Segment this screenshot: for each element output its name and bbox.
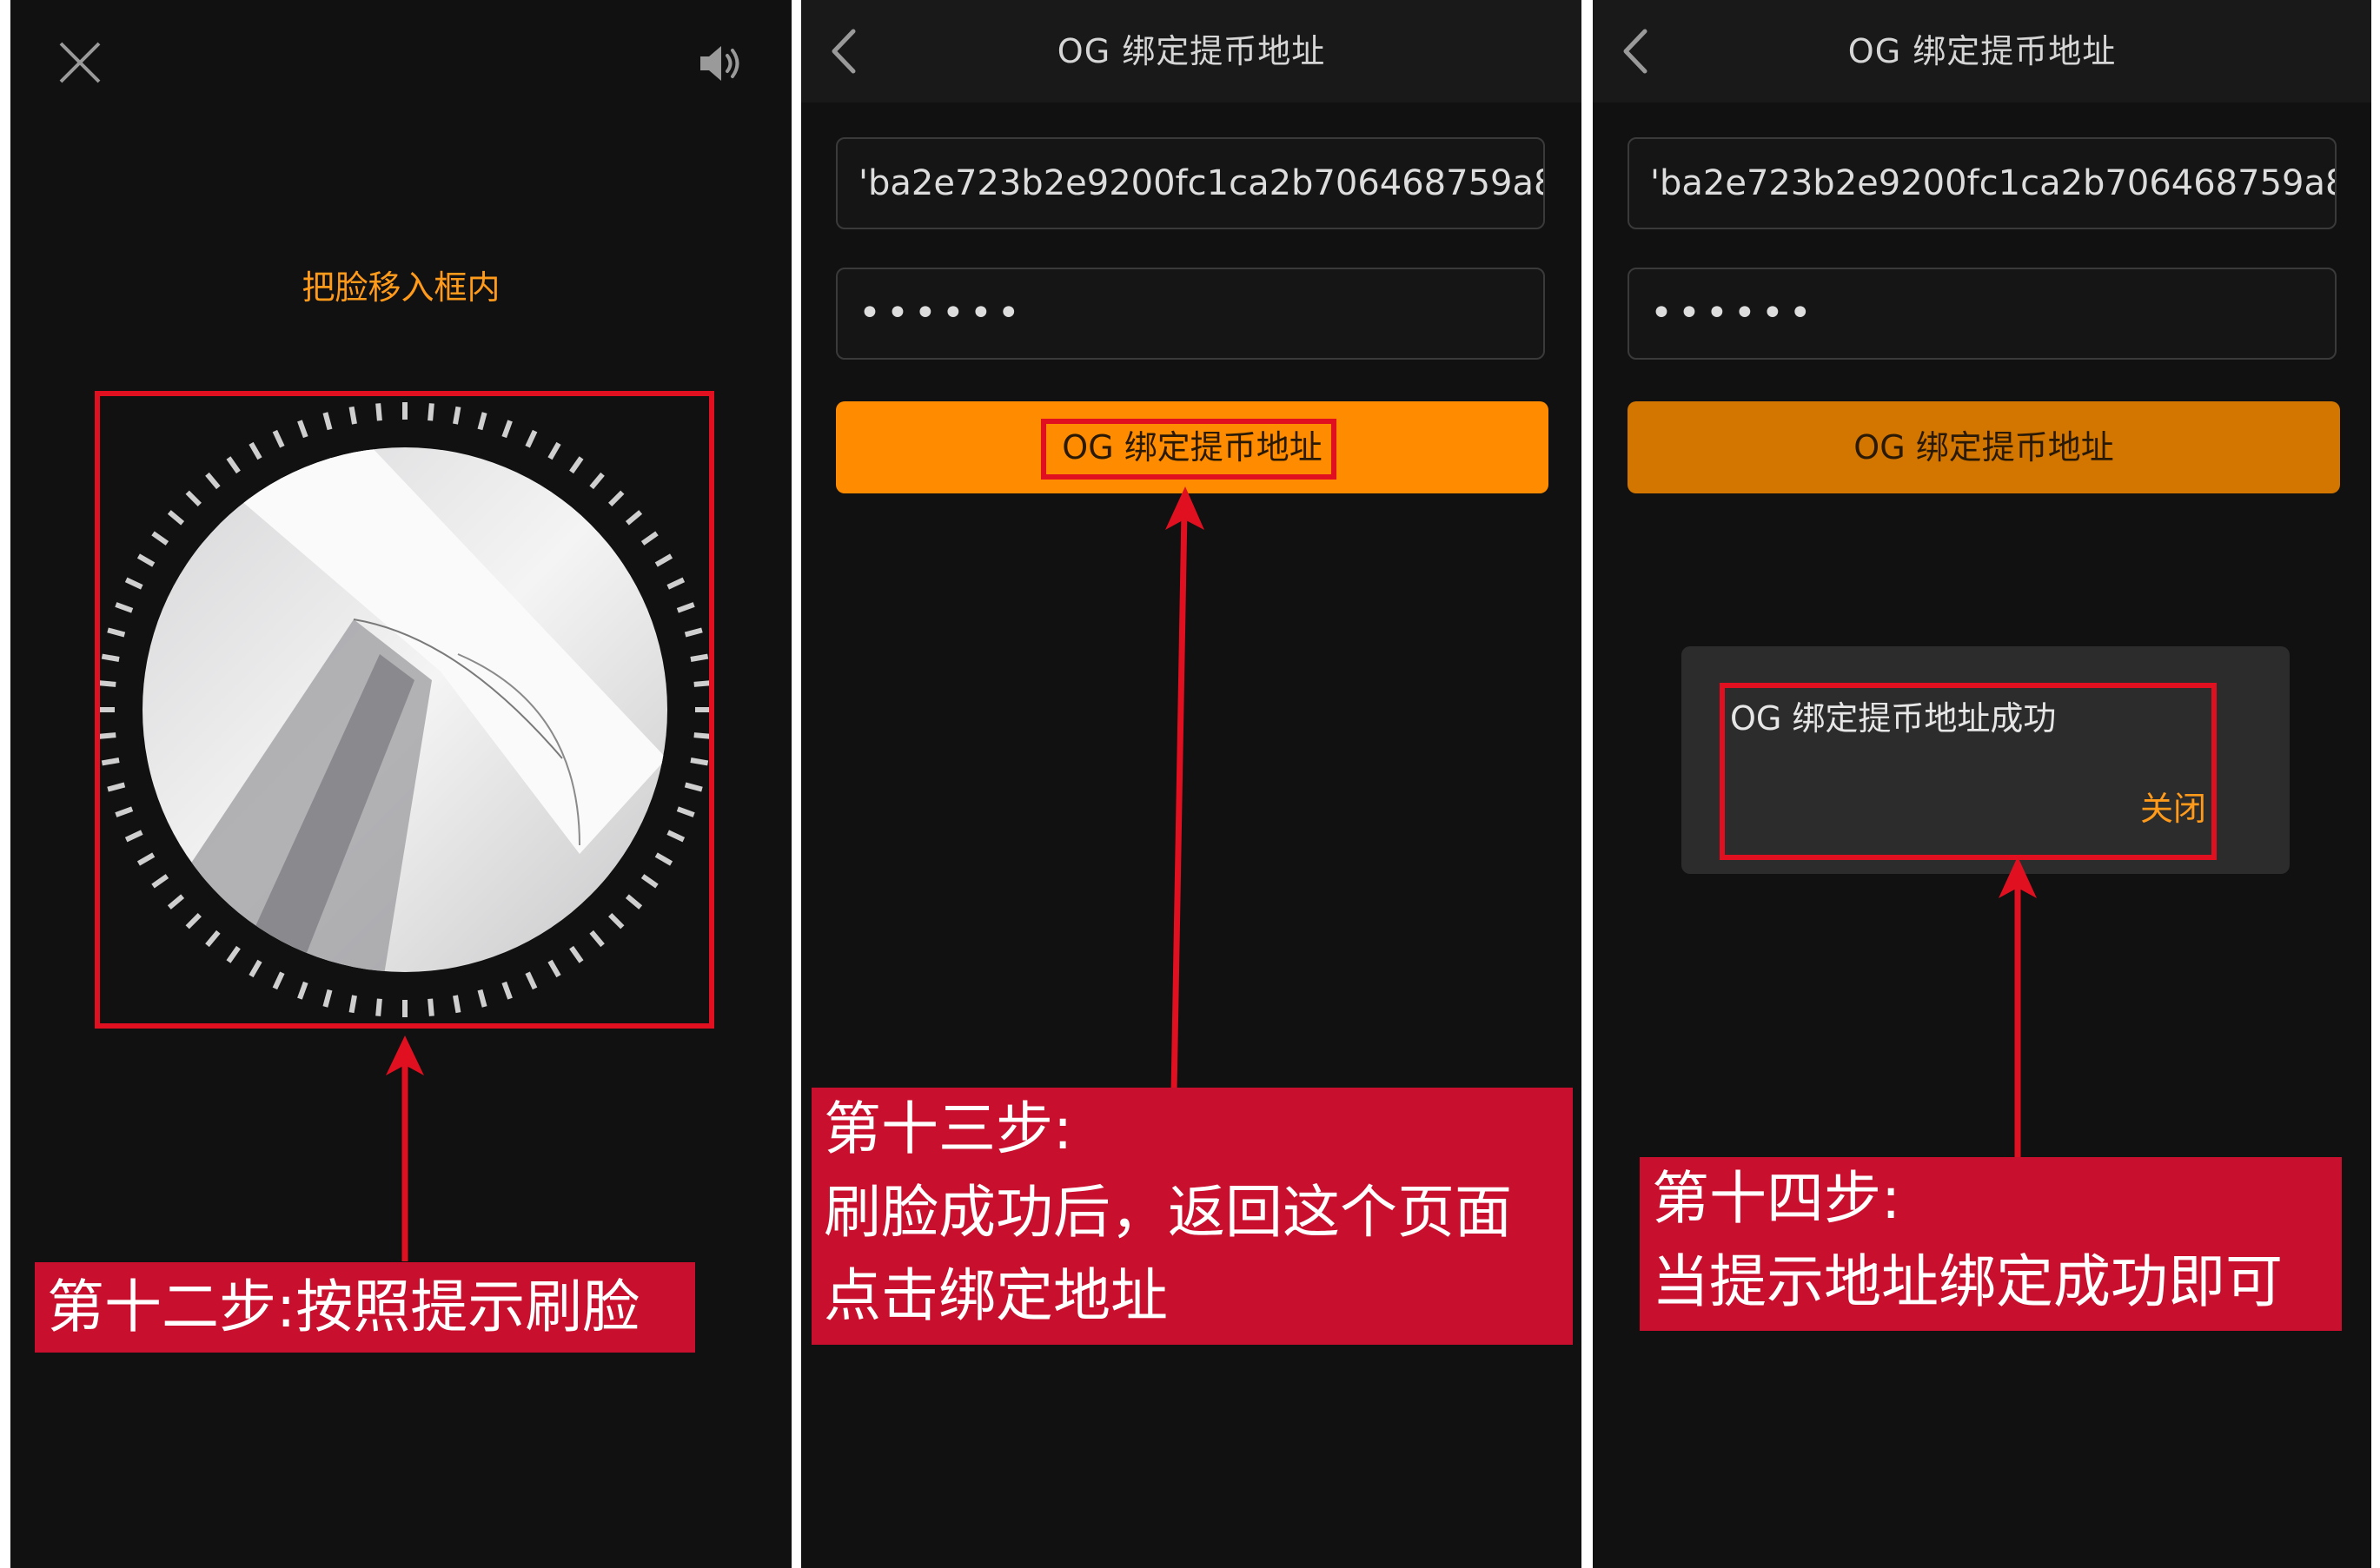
arrow-up-icon	[386, 1035, 424, 1261]
step-13-line-3: 点击绑定地址	[824, 1262, 1168, 1329]
page-title: OG 绑定提币地址	[1847, 32, 2117, 70]
step-12-callout: 第十二步:按照提示刷脸	[35, 1262, 695, 1353]
password-field[interactable]: ••••••	[1628, 268, 2337, 360]
step-14-line-2: 当提示地址绑定成功即可	[1652, 1248, 2283, 1315]
top-nav-bar: OG 绑定提币地址	[801, 0, 1581, 103]
bind-button-highlight	[1041, 419, 1336, 480]
bind-address-screen: OG 绑定提币地址 'ba2e723b2e9200fc1ca2b70646875…	[801, 0, 1581, 1568]
top-nav-bar: OG 绑定提币地址	[1593, 0, 2371, 103]
step-13-callout: 第十三步: 刷脸成功后，返回这个页面 点击绑定地址	[812, 1088, 1573, 1345]
face-scan-screen: 把脸移入框内 第十二步:按照提示刷脸	[10, 0, 792, 1568]
address-field[interactable]: 'ba2e723b2e9200fc1ca2b706468759a8de	[1628, 137, 2337, 229]
bind-success-screen: OG 绑定提币地址 'ba2e723b2e9200fc1ca2b70646875…	[1593, 0, 2371, 1568]
step-14-line-1: 第十四步:	[1652, 1165, 1901, 1232]
speaker-icon[interactable]	[697, 42, 746, 85]
bind-address-button[interactable]: OG 绑定提币地址	[1628, 401, 2340, 493]
close-icon[interactable]	[57, 40, 103, 85]
arrow-up-icon	[1165, 486, 1204, 1094]
password-field[interactable]: ••••••	[836, 268, 1545, 360]
face-frame-highlight	[95, 391, 714, 1029]
step-13-line-2: 刷脸成功后，返回这个页面	[824, 1179, 1512, 1246]
address-field[interactable]: 'ba2e723b2e9200fc1ca2b706468759a8de	[836, 137, 1545, 229]
step-14-callout: 第十四步: 当提示地址绑定成功即可	[1640, 1157, 2342, 1331]
dialog-highlight	[1720, 683, 2217, 860]
step-13-line-1: 第十三步:	[824, 1095, 1073, 1162]
arrow-up-icon	[1999, 857, 2037, 1161]
page-title: OG 绑定提币地址	[1057, 32, 1326, 70]
face-prompt: 把脸移入框内	[302, 268, 501, 307]
